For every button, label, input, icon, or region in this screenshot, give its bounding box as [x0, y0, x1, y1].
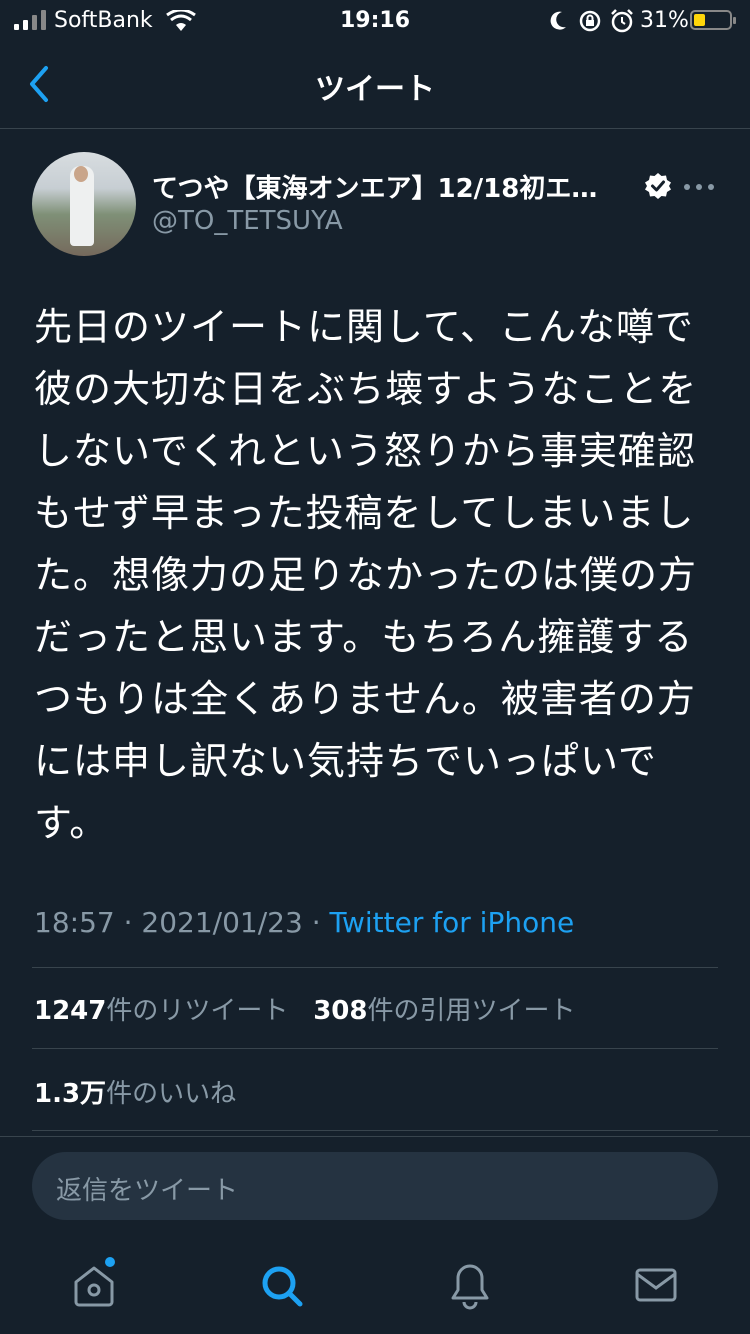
alarm-icon	[611, 9, 633, 33]
search-icon[interactable]	[252, 1256, 312, 1316]
divider	[0, 1136, 750, 1137]
likes-stat[interactable]: 1.3万件のいいね	[34, 1073, 236, 1110]
tweet-text: 先日のツイートに関して、こんな噂で彼の大切な日をぶち壊すようなことをしないでくれ…	[34, 305, 698, 845]
status-time: 19:16	[339, 8, 411, 33]
battery-percent: 31%	[640, 8, 689, 33]
retweets-stat[interactable]: 1247件のリツイート	[34, 996, 288, 1026]
battery-icon	[690, 10, 736, 30]
display-name[interactable]: てつや【東海オンエア】12/18初エ…	[152, 168, 632, 205]
tweet-source-link[interactable]: Twitter for iPhone	[330, 906, 575, 939]
quotes-label: 件の引用ツイート	[367, 996, 576, 1026]
meta-separator: ·	[311, 906, 321, 939]
likes-count: 1.3万	[34, 1079, 107, 1109]
page-title: ツイート	[315, 72, 435, 107]
quotes-stat[interactable]: 308件の引用ツイート	[313, 996, 575, 1026]
status-bar: SoftBank 19:16 31%	[0, 0, 750, 42]
moon-icon	[550, 11, 566, 30]
reply-placeholder: 返信をツイート	[56, 1176, 239, 1206]
avatar[interactable]	[32, 152, 136, 256]
tweet-time: 18:57	[34, 906, 115, 939]
more-options-icon[interactable]	[684, 184, 716, 190]
home-icon[interactable]	[64, 1256, 124, 1316]
header-divider	[0, 128, 750, 129]
engagement-stats: 1247件のリツイート 308件の引用ツイート	[34, 990, 575, 1027]
mail-icon[interactable]	[626, 1256, 686, 1316]
orientation-lock-icon	[579, 10, 601, 32]
divider	[32, 1130, 718, 1131]
user-handle[interactable]: @TO_TETSUYA	[152, 206, 343, 236]
bell-icon[interactable]	[440, 1256, 500, 1316]
retweets-label: 件のリツイート	[106, 996, 289, 1026]
quotes-count: 308	[313, 996, 368, 1026]
divider	[32, 1048, 718, 1049]
likes-label: 件のいいね	[106, 1079, 237, 1109]
retweets-count: 1247	[34, 996, 107, 1026]
divider	[32, 967, 718, 968]
tweet-meta: 18:57 · 2021/01/23 · Twitter for iPhone	[34, 906, 574, 939]
meta-separator: ·	[123, 906, 133, 939]
tweet-date: 2021/01/23	[141, 906, 303, 939]
verified-badge-icon	[645, 173, 671, 199]
